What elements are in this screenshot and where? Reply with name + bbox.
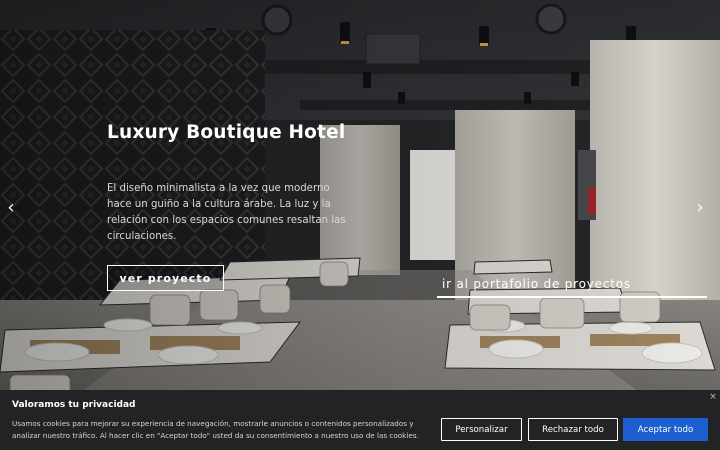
customize-cookies-button[interactable]: Personalizar bbox=[441, 418, 522, 441]
close-icon[interactable]: × bbox=[708, 392, 718, 402]
view-project-button[interactable]: ver proyecto bbox=[107, 265, 224, 291]
hero-slider: ‹ › Luxury Boutique Hotel El diseño mini… bbox=[0, 0, 720, 450]
reject-all-button[interactable]: Rechazar todo bbox=[528, 418, 618, 441]
slider-prev-arrow[interactable]: ‹ bbox=[1, 197, 21, 219]
slider-next-arrow[interactable]: › bbox=[690, 197, 710, 219]
accept-all-button[interactable]: Aceptar todo bbox=[623, 418, 708, 441]
hero-description: El diseño minimalista a la vez que moder… bbox=[107, 183, 346, 242]
cookie-banner-text: Usamos cookies para mejorar su experienc… bbox=[12, 419, 419, 440]
portfolio-link[interactable]: ir al portafolio de proyectos bbox=[437, 274, 707, 298]
hero-title: Luxury Boutique Hotel bbox=[107, 122, 346, 143]
cookie-banner-title: Valoramos tu privacidad bbox=[12, 400, 136, 410]
cookie-banner: × Valoramos tu privacidad Usamos cookies… bbox=[0, 390, 720, 450]
